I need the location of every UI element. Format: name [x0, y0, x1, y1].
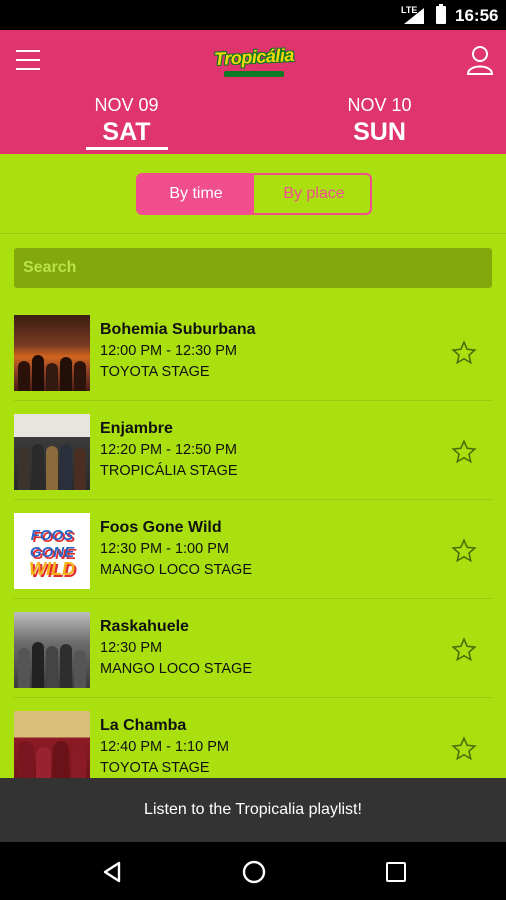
event-stage: MANGO LOCO STAGE [100, 562, 253, 578]
view-toggle: By time By place [136, 173, 372, 215]
tropicalia-logo: Tropicália [194, 43, 314, 81]
event-row[interactable]: Enjambre 12:20 PM - 12:50 PM TROPICÁLIA … [0, 401, 506, 500]
star-outline-icon[interactable] [451, 439, 477, 465]
event-thumbnail [14, 315, 90, 391]
event-name: Bohemia Suburbana [100, 321, 256, 338]
day-date: NOV 09 [94, 95, 159, 115]
event-name: La Chamba [100, 717, 187, 734]
event-time: 12:30 PM [100, 640, 163, 656]
event-thumbnail: FOOS GONE WILD [14, 513, 90, 589]
event-thumbnail [14, 414, 90, 490]
event-name: Enjambre [100, 420, 173, 437]
event-stage: MANGO LOCO STAGE [100, 661, 253, 677]
schedule-content: By time By place Search Bohemia Suburban… [0, 154, 506, 778]
back-icon[interactable] [101, 861, 123, 883]
by-time-button[interactable]: By time [138, 175, 254, 213]
event-thumbnail [14, 711, 90, 778]
event-time: 12:40 PM - 1:10 PM [100, 739, 229, 755]
event-stage: TOYOTA STAGE [100, 760, 210, 776]
profile-icon[interactable] [466, 45, 494, 75]
menu-icon[interactable] [16, 50, 40, 70]
home-icon[interactable] [242, 860, 266, 884]
logo-text: Tropicália [213, 44, 295, 70]
recent-apps-icon[interactable] [386, 862, 406, 882]
day-date: NOV 10 [347, 95, 412, 115]
event-time: 12:30 PM - 1:00 PM [100, 541, 229, 557]
event-stage: TOYOTA STAGE [100, 364, 210, 380]
event-name: Raskahuele [100, 618, 189, 635]
star-outline-icon[interactable] [451, 538, 477, 564]
selected-day-indicator [86, 147, 168, 150]
search-input[interactable]: Search [14, 248, 492, 288]
divider [0, 233, 506, 234]
event-time: 12:20 PM - 12:50 PM [100, 442, 238, 458]
playlist-banner[interactable]: Listen to the Tropicalia playlist! [0, 778, 506, 842]
star-outline-icon[interactable] [451, 340, 477, 366]
clock: 16:56 [455, 6, 499, 25]
by-place-button[interactable]: By place [256, 175, 370, 213]
event-thumbnail [14, 612, 90, 688]
system-nav-bar [0, 842, 506, 900]
star-outline-icon[interactable] [451, 637, 477, 663]
day-name: SAT [102, 118, 151, 146]
event-stage: TROPICÁLIA STAGE [100, 463, 238, 479]
star-outline-icon[interactable] [451, 736, 477, 762]
event-row[interactable]: La Chamba 12:40 PM - 1:10 PM TOYOTA STAG… [0, 698, 506, 778]
day-tab-sun[interactable]: NOV 10 SUN [253, 95, 506, 147]
event-row[interactable]: Raskahuele 12:30 PM MANGO LOCO STAGE [0, 599, 506, 698]
event-row[interactable]: FOOS GONE WILD Foos Gone Wild 12:30 PM -… [0, 500, 506, 599]
event-row[interactable]: Bohemia Suburbana 12:00 PM - 12:30 PM TO… [0, 302, 506, 401]
thumbnail-logo: FOOS GONE WILD [29, 527, 75, 579]
battery-icon [436, 4, 446, 24]
day-tab-sat[interactable]: NOV 09 SAT [0, 95, 253, 147]
status-bar: LTE 16:56 [0, 0, 506, 30]
day-name: SUN [353, 118, 406, 146]
signal-icon [404, 8, 424, 24]
event-name: Foos Gone Wild [100, 519, 222, 536]
event-time: 12:00 PM - 12:30 PM [100, 343, 238, 359]
